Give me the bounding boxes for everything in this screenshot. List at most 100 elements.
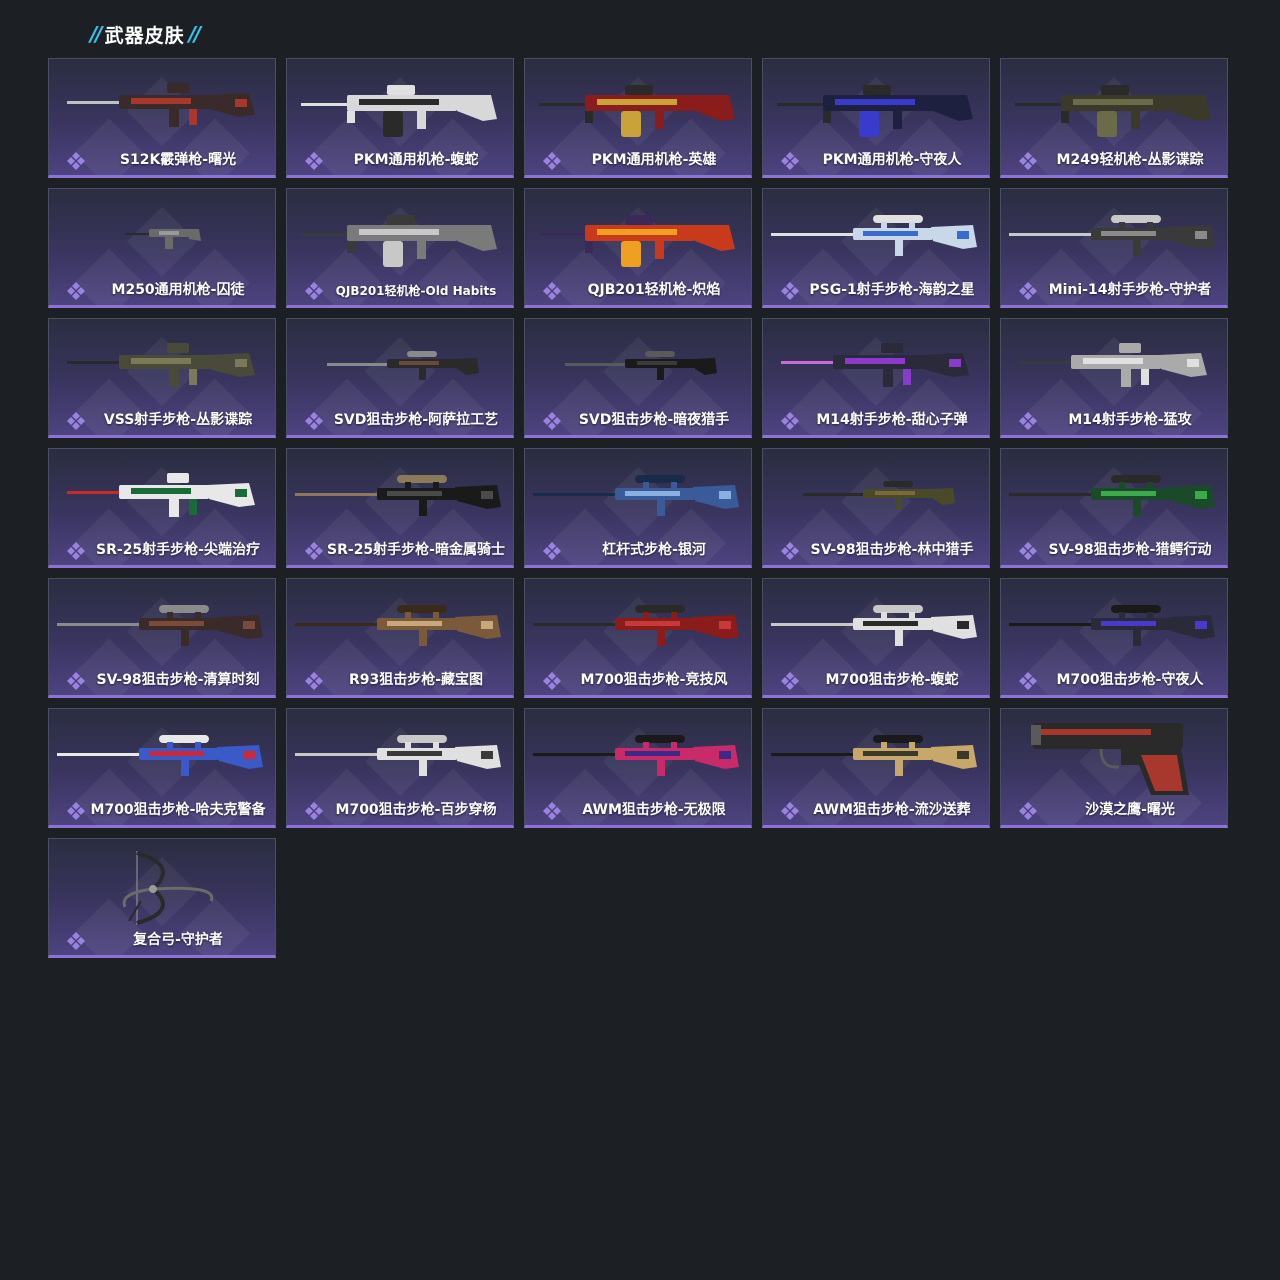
skin-card[interactable]: QJB201轻机枪-炽焰 (524, 188, 752, 308)
diamond-quality-icon (781, 412, 799, 430)
skin-card[interactable]: SR-25射手步枪-尖端治疗 (48, 448, 276, 568)
skin-card[interactable]: SV-98狙击步枪-清算时刻 (48, 578, 276, 698)
skin-card-label: SR-25射手步枪-暗金属骑士 (327, 542, 505, 558)
skin-card[interactable]: M700狙击步枪-百步穿杨 (286, 708, 514, 828)
weapon-image (301, 215, 497, 267)
skin-card[interactable]: M700狙击步枪-蝮蛇 (762, 578, 990, 698)
skin-card[interactable]: SVD狙击步枪-暗夜猎手 (524, 318, 752, 438)
weapon-image (539, 85, 735, 137)
diamond-quality-icon (543, 802, 561, 820)
skin-card-label: PKM通用机枪-蝮蛇 (353, 152, 479, 168)
diamond-quality-icon (305, 672, 323, 690)
skin-card[interactable]: M14射手步枪-猛攻 (1000, 318, 1228, 438)
skin-card-label: M700狙击步枪-守夜人 (1056, 672, 1204, 688)
skin-card-label: M14射手步枪-猛攻 (1068, 412, 1192, 428)
skin-card[interactable]: M14射手步枪-甜心子弹 (762, 318, 990, 438)
skin-card-label: SV-98狙击步枪-猎鳄行动 (1048, 542, 1212, 558)
skin-card[interactable]: QJB201轻机枪-Old Habits (286, 188, 514, 308)
weapon-image (533, 475, 739, 516)
skin-card[interactable]: M700狙击步枪-竞技风 (524, 578, 752, 698)
skin-card-label: R93狙击步枪-藏宝图 (348, 672, 484, 688)
skin-card[interactable]: 沙漠之鹰-曙光 (1000, 708, 1228, 828)
skin-card-label: PKM通用机枪-守夜人 (822, 152, 962, 168)
skin-card[interactable]: 杠杆式步枪-银河 (524, 448, 752, 568)
skin-card-label: AWM狙击步枪-无极限 (582, 802, 726, 818)
skin-card-label: SVD狙击步枪-阿萨拉工艺 (333, 412, 499, 428)
skin-grid: S12K霰弹枪-曙光 PKM通用机枪-蝮蛇 PKM通用机枪-英雄 PKM通用机枪… (48, 58, 1228, 958)
weapon-image (1031, 723, 1189, 795)
skin-card-label: M14射手步枪-甜心子弹 (816, 412, 968, 428)
diamond-quality-icon (67, 932, 85, 950)
diamond-quality-icon (67, 412, 85, 430)
weapon-image (67, 473, 255, 517)
skin-card-label: PSG-1射手步枪-海韵之星 (809, 282, 975, 298)
diamond-quality-icon (1019, 542, 1037, 560)
skin-card[interactable]: R93狙击步枪-藏宝图 (286, 578, 514, 698)
section-title-text: 武器皮肤 (104, 24, 185, 47)
diamond-quality-icon (305, 412, 323, 430)
skin-card[interactable]: M250通用机枪-囚徒 (48, 188, 276, 308)
skin-card[interactable]: AWM狙击步枪-流沙送葬 (762, 708, 990, 828)
skin-card-label: M250通用机枪-囚徒 (111, 282, 245, 298)
weapon-image (67, 343, 255, 387)
diamond-quality-icon (543, 282, 561, 300)
weapon-image (781, 343, 969, 387)
weapon-image (295, 475, 501, 516)
skin-card[interactable]: SVD狙击步枪-阿萨拉工艺 (286, 318, 514, 438)
skin-card[interactable]: M700狙击步枪-守夜人 (1000, 578, 1228, 698)
diamond-quality-icon (305, 282, 323, 300)
skin-card[interactable]: PSG-1射手步枪-海韵之星 (762, 188, 990, 308)
diamond-quality-icon (543, 412, 561, 430)
skin-card-label: SV-98狙击步枪-林中猎手 (810, 542, 974, 558)
skin-card-label: Mini-14射手步枪-守护者 (1048, 282, 1212, 298)
diamond-quality-icon (67, 672, 85, 690)
skin-card-label: M700狙击步枪-百步穿杨 (335, 802, 497, 818)
diamond-quality-icon (781, 802, 799, 820)
diamond-quality-icon (305, 802, 323, 820)
diamond-quality-icon (543, 672, 561, 690)
weapon-image (295, 735, 501, 776)
skin-card[interactable]: AWM狙击步枪-无极限 (524, 708, 752, 828)
skin-card[interactable]: SV-98狙击步枪-林中猎手 (762, 448, 990, 568)
diamond-quality-icon (1019, 672, 1037, 690)
skin-card[interactable]: SR-25射手步枪-暗金属骑士 (286, 448, 514, 568)
weapon-image (122, 851, 214, 925)
diamond-quality-icon (67, 802, 85, 820)
skin-card[interactable]: PKM通用机枪-蝮蛇 (286, 58, 514, 178)
diamond-quality-icon (1019, 412, 1037, 430)
skin-card-label: M249轻机枪-丛影谍踪 (1056, 152, 1204, 168)
title-slash-left-icon: // (90, 22, 103, 46)
skin-card-label: 复合弓-守护者 (133, 932, 223, 948)
skin-card-label: SR-25射手步枪-尖端治疗 (96, 542, 260, 558)
diamond-quality-icon (781, 152, 799, 170)
title-slash-right-icon: // (188, 22, 202, 46)
skin-card-label: 杠杆式步枪-银河 (602, 542, 706, 558)
weapon-image (327, 351, 479, 380)
skin-card[interactable]: 复合弓-守护者 (48, 838, 276, 958)
weapon-image (771, 215, 977, 256)
skin-card[interactable]: VSS射手步枪-丛影谍踪 (48, 318, 276, 438)
skin-card-label: SVD狙击步枪-暗夜猎手 (578, 412, 730, 428)
skin-card-label: S12K霰弹枪-曙光 (119, 152, 237, 168)
weapon-image (57, 735, 263, 776)
skin-card[interactable]: S12K霰弹枪-曙光 (48, 58, 276, 178)
diamond-quality-icon (543, 542, 561, 560)
skin-card[interactable]: M700狙击步枪-哈夫克警备 (48, 708, 276, 828)
diamond-quality-icon (1019, 152, 1037, 170)
skin-card-label: QJB201轻机枪-炽焰 (587, 282, 721, 298)
diamond-quality-icon (67, 542, 85, 560)
skin-card-label: AWM狙击步枪-流沙送葬 (813, 802, 971, 818)
skin-card-label: VSS射手步枪-丛影谍踪 (103, 412, 253, 428)
skin-card-label: M700狙击步枪-竞技风 (580, 672, 728, 688)
skin-card-label: QJB201轻机枪-Old Habits (335, 284, 497, 298)
skin-card[interactable]: PKM通用机枪-英雄 (524, 58, 752, 178)
weapon-image (1009, 605, 1215, 646)
weapon-image (1015, 85, 1211, 137)
skin-card-label: PKM通用机枪-英雄 (591, 152, 717, 168)
skin-card[interactable]: SV-98狙击步枪-猎鳄行动 (1000, 448, 1228, 568)
weapon-image (1009, 215, 1215, 256)
skin-card[interactable]: M249轻机枪-丛影谍踪 (1000, 58, 1228, 178)
skin-card[interactable]: Mini-14射手步枪-守护者 (1000, 188, 1228, 308)
weapon-skins-page: // 武器皮肤 // S12K霰弹枪-曙光 PKM通用机枪-蝮蛇 PKM通用机枪… (0, 0, 1280, 1280)
skin-card[interactable]: PKM通用机枪-守夜人 (762, 58, 990, 178)
